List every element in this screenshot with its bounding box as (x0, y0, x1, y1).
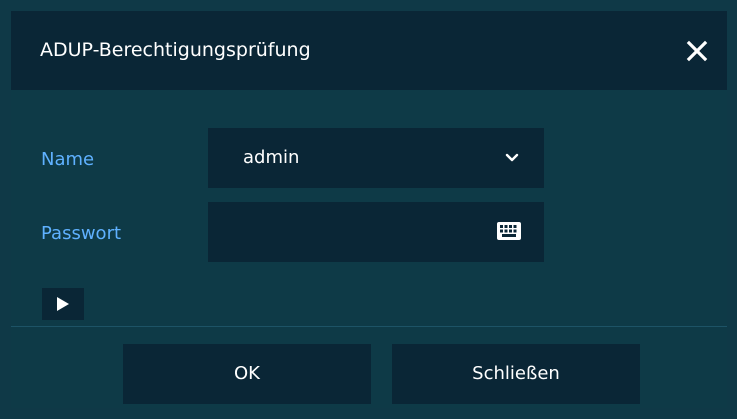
dialog-titlebar: ADUP-Berechtigungsprüfung (11, 11, 727, 90)
adup-auth-dialog: ADUP-Berechtigungsprüfung Name admin Pas… (11, 11, 727, 408)
chevron-down-icon (505, 153, 519, 162)
close-button[interactable] (683, 37, 711, 65)
password-label: Passwort (41, 223, 122, 244)
ok-button[interactable]: OK (123, 344, 371, 404)
dialog-title: ADUP-Berechtigungsprüfung (40, 39, 311, 61)
expand-button[interactable] (42, 288, 84, 320)
password-field[interactable] (208, 202, 544, 262)
footer-divider (11, 326, 727, 327)
name-selected-value: admin (243, 147, 300, 168)
play-triangle-icon (57, 297, 69, 311)
close-x-icon (686, 40, 708, 62)
name-label: Name (41, 149, 95, 170)
keyboard-icon[interactable] (496, 220, 522, 242)
name-dropdown[interactable]: admin (208, 128, 544, 188)
close-dialog-button[interactable]: Schließen (392, 344, 640, 404)
